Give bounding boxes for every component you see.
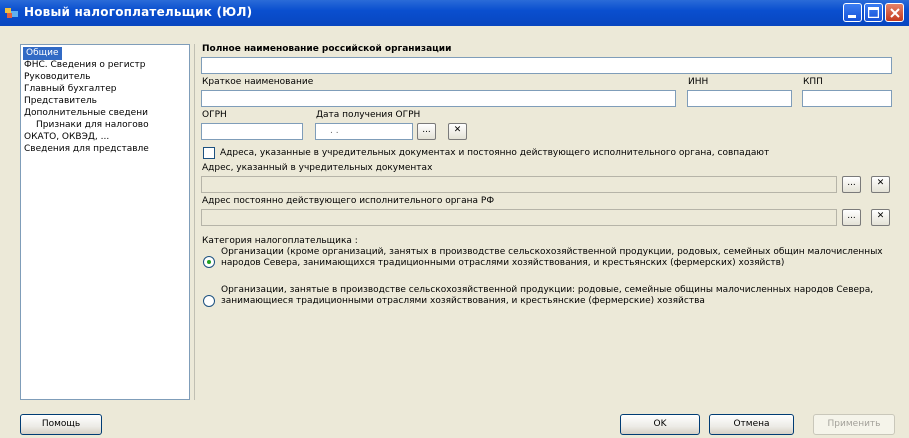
address-constituent-label: Адрес, указанный в учредительных докумен…	[202, 163, 433, 173]
inn-label: ИНН	[688, 77, 709, 87]
clear-icon: ✕	[453, 125, 462, 135]
address-constituent-edit-button[interactable]: ...	[842, 176, 861, 193]
short-name-label: Краткое наименование	[202, 77, 314, 87]
section-list: Общие ФНС. Сведения о регистр Руководите…	[20, 44, 190, 400]
full-name-input[interactable]	[201, 57, 892, 74]
kpp-input[interactable]	[802, 90, 892, 107]
close-button[interactable]	[885, 3, 904, 22]
app-icon	[5, 8, 18, 18]
radio-selected-dot	[207, 260, 211, 264]
address-exec-clear-button[interactable]: ✕	[871, 209, 890, 226]
cancel-button[interactable]: Отмена	[709, 414, 794, 435]
panel-divider	[194, 44, 195, 400]
ogrn-label: ОГРН	[202, 110, 227, 120]
address-exec-input[interactable]	[201, 209, 837, 226]
full-name-label: Полное наименование российской организац…	[202, 44, 452, 54]
inn-input[interactable]	[687, 90, 792, 107]
ogrn-date-input[interactable]: . .	[315, 123, 413, 140]
category-radio-2[interactable]	[203, 295, 215, 307]
category-option-1-label: Организации (кроме организаций, занятых …	[221, 247, 883, 268]
minimize-icon	[848, 15, 856, 18]
category-option-2-label: Организации, занятые в производстве сель…	[221, 285, 874, 306]
ellipsis-icon: ...	[847, 178, 856, 188]
title-bar: Новый налогоплательщик (ЮЛ)	[0, 0, 909, 26]
category-label: Категория налогоплательщика :	[202, 236, 358, 246]
address-exec-edit-button[interactable]: ...	[842, 209, 861, 226]
short-name-input[interactable]	[201, 90, 676, 107]
ogrn-date-clear-button[interactable]: ✕	[448, 123, 467, 140]
maximize-button[interactable]	[864, 3, 883, 22]
same-address-checkbox[interactable]	[203, 147, 215, 159]
ogrn-date-label: Дата получения ОГРН	[316, 110, 421, 120]
address-exec-label: Адрес постоянно действующего исполнитель…	[202, 196, 495, 206]
address-constituent-clear-button[interactable]: ✕	[871, 176, 890, 193]
help-button[interactable]: Помощь	[20, 414, 102, 435]
window-title: Новый налогоплательщик (ЮЛ)	[24, 5, 253, 19]
ogrn-input[interactable]	[201, 123, 303, 140]
kpp-label: КПП	[803, 77, 823, 87]
ogrn-date-picker-button[interactable]: ...	[417, 123, 436, 140]
maximize-icon	[868, 7, 879, 18]
nav-item-representation-info[interactable]: Сведения для представле	[24, 143, 186, 156]
address-constituent-input[interactable]	[201, 176, 837, 193]
apply-button[interactable]: Применить	[813, 414, 895, 435]
same-address-label: Адреса, указанные в учредительных докуме…	[220, 148, 770, 158]
close-icon	[890, 8, 900, 18]
minimize-button[interactable]	[843, 3, 862, 22]
category-radio-1[interactable]	[203, 256, 215, 268]
ellipsis-icon: ...	[422, 125, 431, 135]
ellipsis-icon: ...	[847, 211, 856, 221]
ogrn-date-mask: . .	[330, 126, 339, 136]
clear-icon: ✕	[876, 178, 885, 188]
ok-button[interactable]: OK	[620, 414, 700, 435]
clear-icon: ✕	[876, 211, 885, 221]
